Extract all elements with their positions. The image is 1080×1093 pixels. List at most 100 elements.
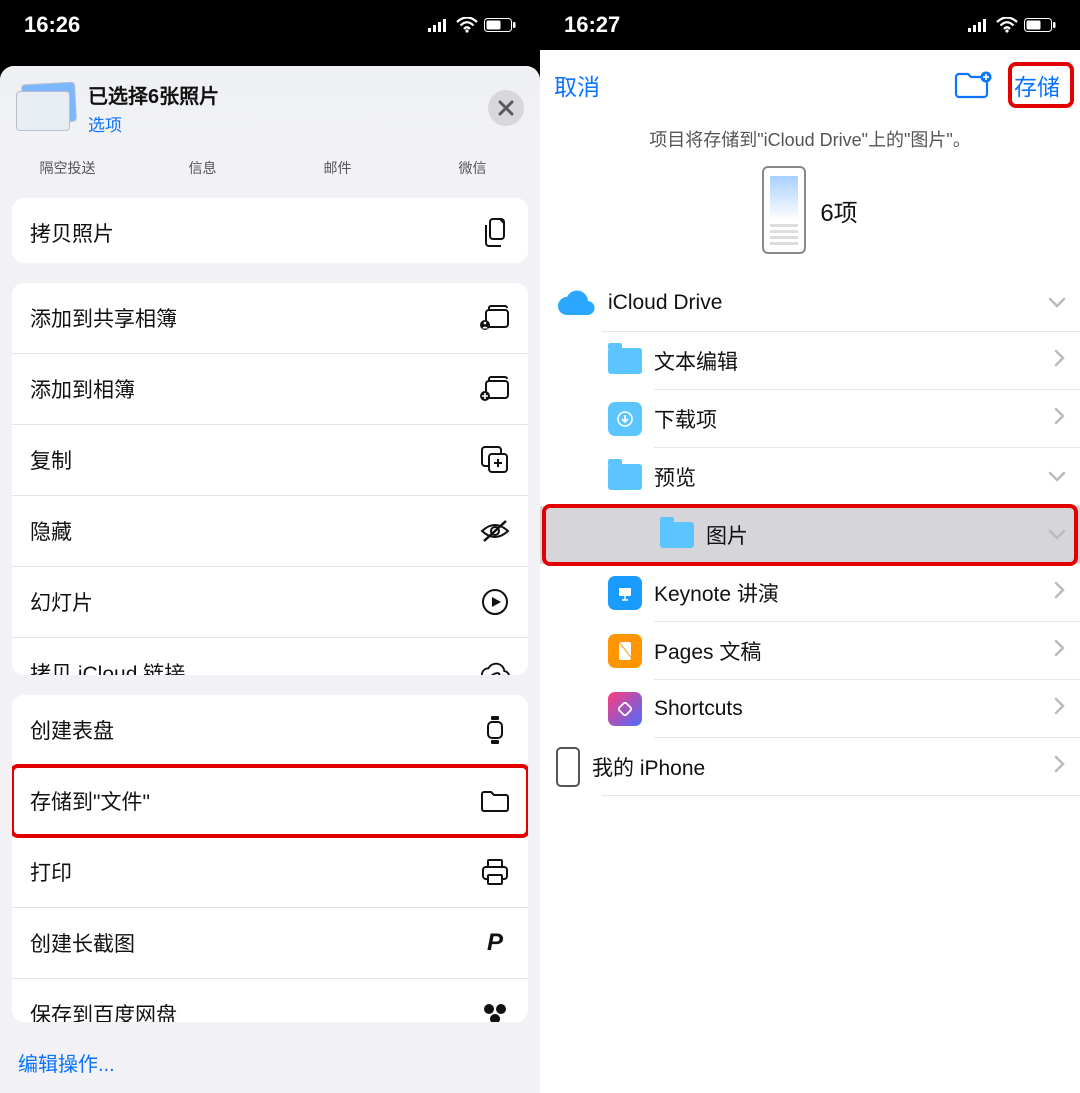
action-label: 创建长截图 (30, 928, 135, 958)
action-label: 存储到"文件" (30, 786, 150, 816)
action-label: 幻灯片 (30, 587, 93, 617)
left-phone: 16:26 已选择6张照片 选项 隔空投送 信息 邮件 微信 (0, 0, 540, 1093)
cellular-icon (428, 18, 450, 32)
hide-icon (480, 516, 510, 546)
folder-icon (480, 786, 510, 816)
folder-name: Shortcuts (642, 697, 1054, 721)
p-icon: P (480, 928, 510, 958)
sheet-header: 已选择6张照片 选项 (0, 66, 540, 144)
share-targets-row: 隔空投送 信息 邮件 微信 (0, 144, 540, 188)
folder-blue-icon (608, 348, 642, 374)
close-icon (498, 100, 514, 116)
cellular-icon (968, 18, 990, 32)
status-time: 16:26 (24, 12, 80, 38)
action-long-screenshot[interactable]: 创建长截图 P (12, 907, 528, 978)
folder-row-文本编辑[interactable]: 文本编辑 (540, 332, 1080, 390)
folder-row-下载项[interactable]: 下载项 (540, 390, 1080, 448)
folder-list: iCloud Drive 文本编辑下载项预览图片 Keynote 讲演 Pages 文… (540, 274, 1080, 1093)
duplicate-icon (480, 445, 510, 475)
action-group-2: 添加到共享相簿 添加到相簿 复制 隐藏 (12, 283, 528, 675)
edit-actions-link[interactable]: 编辑操作... (0, 1032, 540, 1093)
folder-name: 文本编辑 (642, 346, 1054, 376)
folder-name: 下载项 (642, 404, 1054, 434)
action-hide[interactable]: 隐藏 (12, 495, 528, 566)
action-group-1: 拷贝照片 (12, 198, 528, 263)
chevron-right-icon (1054, 407, 1066, 431)
action-label: 拷贝照片 (30, 218, 114, 248)
folder-name: Keynote 讲演 (642, 578, 1054, 608)
action-group-3: 创建表盘 存储到"文件" 打印 创建长截图 (12, 695, 528, 1022)
folder-row-我的-iPhone[interactable]: 我的 iPhone (540, 738, 1080, 796)
new-folder-button[interactable] (954, 70, 992, 100)
folder-row-Pages-文稿[interactable]: Pages 文稿 (540, 622, 1080, 680)
action-save-to-files[interactable]: 存储到"文件" (12, 765, 528, 836)
status-bar-left: 16:26 (0, 0, 540, 50)
preview-thumbnail (762, 166, 806, 254)
action-duplicate[interactable]: 复制 (12, 424, 528, 495)
close-button[interactable] (488, 90, 524, 126)
copy-docs-icon (480, 218, 510, 248)
options-link[interactable]: 选项 (88, 111, 476, 136)
action-slideshow[interactable]: 幻灯片 (12, 566, 528, 637)
folder-name: 我的 iPhone (580, 752, 1054, 782)
folder-name: Pages 文稿 (642, 636, 1054, 666)
chevron-right-icon (1054, 755, 1066, 779)
share-target-messages[interactable]: 信息 (135, 158, 270, 178)
downloads-folder-icon (608, 402, 642, 436)
share-target-airdrop[interactable]: 隔空投送 (0, 158, 135, 178)
folder-row-图片[interactable]: 图片 (540, 506, 1080, 564)
item-count: 6项 (820, 193, 857, 228)
chevron-down-icon (1048, 523, 1066, 547)
battery-icon (1024, 18, 1056, 32)
play-icon (480, 587, 510, 617)
action-copy-photos[interactable]: 拷贝照片 (12, 198, 528, 263)
status-bar-right: 16:27 (540, 0, 1080, 50)
chevron-right-icon (1054, 349, 1066, 373)
wifi-icon (996, 17, 1018, 33)
baidu-icon (480, 999, 510, 1022)
action-label: 保存到百度网盘 (30, 999, 177, 1022)
action-save-baidu[interactable]: 保存到百度网盘 (12, 978, 528, 1022)
folder-name: iCloud Drive (596, 291, 1048, 315)
action-label: 隐藏 (30, 516, 72, 546)
status-icons (428, 17, 516, 33)
folder-name: 预览 (642, 462, 1048, 492)
action-add-album[interactable]: 添加到相簿 (12, 353, 528, 424)
pages-app-icon (608, 634, 642, 668)
print-icon (480, 857, 510, 887)
share-target-wechat[interactable]: 微信 (405, 158, 540, 178)
chevron-right-icon (1054, 697, 1066, 721)
save-description: 项目将存储到"iCloud Drive"上的"图片"。 (560, 126, 1060, 152)
cancel-button[interactable]: 取消 (554, 68, 600, 102)
add-album-icon (480, 374, 510, 404)
action-label: 拷贝 iCloud 链接 (30, 658, 185, 675)
action-label: 添加到共享相簿 (30, 303, 177, 333)
keynote-app-icon (608, 576, 642, 610)
folder-row-预览[interactable]: 预览 (540, 448, 1080, 506)
action-label: 创建表盘 (30, 715, 114, 745)
action-add-shared-album[interactable]: 添加到共享相簿 (12, 283, 528, 353)
nav-bar: 取消 存储 (540, 50, 1080, 120)
right-phone: 16:27 取消 存储 项目将存储到"iCloud Drive"上的"图片"。 … (540, 0, 1080, 1093)
save-button[interactable]: 存储 (1008, 64, 1066, 106)
share-sheet: 已选择6张照片 选项 隔空投送 信息 邮件 微信 拷贝照片 (0, 66, 540, 1093)
files-save-screen: 取消 存储 项目将存储到"iCloud Drive"上的"图片"。 6项 iCl… (540, 50, 1080, 1093)
chevron-down-icon (1048, 465, 1066, 489)
icloud-icon (556, 288, 596, 318)
action-print[interactable]: 打印 (12, 836, 528, 907)
chevron-down-icon (1048, 291, 1066, 315)
folder-row-iCloud-Drive[interactable]: iCloud Drive (540, 274, 1080, 332)
action-label: 添加到相簿 (30, 374, 135, 404)
share-target-mail[interactable]: 邮件 (270, 158, 405, 178)
sheet-title: 已选择6张照片 (88, 80, 476, 109)
action-icloud-link[interactable]: 拷贝 iCloud 链接 (12, 637, 528, 675)
chevron-right-icon (1054, 639, 1066, 663)
shortcuts-app-icon (608, 692, 642, 726)
chevron-right-icon (1054, 581, 1066, 605)
status-time: 16:27 (564, 12, 620, 38)
folder-row-Keynote-讲演[interactable]: Keynote 讲演 (540, 564, 1080, 622)
wifi-icon (456, 17, 478, 33)
iphone-device-icon (556, 747, 580, 787)
folder-row-Shortcuts[interactable]: Shortcuts (540, 680, 1080, 738)
action-create-watchface[interactable]: 创建表盘 (12, 695, 528, 765)
